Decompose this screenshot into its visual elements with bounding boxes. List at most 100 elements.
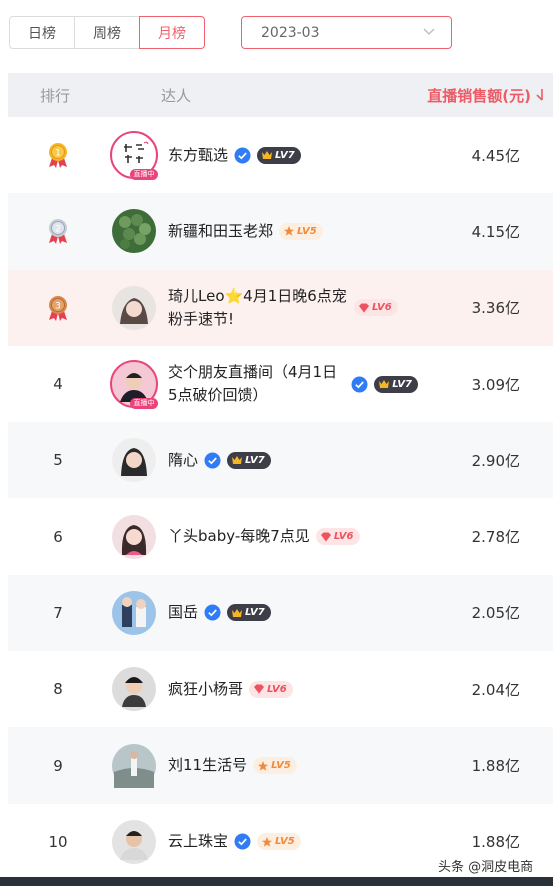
diamond-icon [254,684,265,694]
verified-icon [234,147,251,164]
star-icon [284,226,295,237]
sales-value: 2.78亿 [471,528,520,547]
sort-desc-icon [536,89,543,101]
diamond-icon [359,303,369,313]
avatar[interactable] [110,818,158,866]
rank-cell: 3 [38,270,78,346]
rank-cell: 8 [53,680,63,699]
level-badge: LV7 [257,146,301,164]
verified-icon [204,604,221,621]
avatar[interactable] [110,207,158,255]
table-row[interactable]: 1 直播中 东方甄选 LV7 4.45亿 [8,117,553,193]
sales-value: 4.15亿 [471,222,520,241]
sales-value: 2.90亿 [471,451,520,470]
crown-icon [232,456,243,465]
level-badge: LV7 [374,375,418,393]
tab-weekly[interactable]: 周榜 [74,16,140,49]
level-badge: LV6 [354,299,398,317]
name-cell: 刘11生活号 LV5 [168,727,418,803]
ranking-list: 1 直播中 东方甄选 LV7 4.45亿 2 新疆和田玉老郑 LV5 4.15亿… [8,117,553,880]
sales-value: 2.04亿 [471,680,520,699]
svg-text:3: 3 [55,301,61,311]
sales-value: 4.45亿 [471,146,520,165]
streamer-name[interactable]: 东方甄选 [168,144,228,167]
level-badge: LV5 [253,757,297,775]
avatar-image [112,209,156,254]
avatar[interactable]: 直播中 [110,131,158,181]
chevron-down-icon [423,28,435,35]
tab-monthly[interactable]: 月榜 [139,16,205,49]
verified-icon [204,452,221,469]
svg-text:2: 2 [55,225,61,235]
level-badge: LV5 [279,222,323,240]
month-select-value: 2023-03 [261,24,320,41]
period-tabs: 日榜 周榜 月榜 [9,16,205,49]
table-row[interactable]: 2 新疆和田玉老郑 LV5 4.15亿 [8,193,553,270]
name-cell: 疯狂小杨哥 LV6 [168,651,418,727]
tab-daily[interactable]: 日榜 [9,16,75,49]
streamer-name[interactable]: 疯狂小杨哥 [168,678,243,701]
avatar[interactable] [110,436,158,484]
crown-icon [232,608,243,617]
streamer-name[interactable]: 隋心 [168,449,198,472]
avatar[interactable] [110,513,158,561]
rank-cell: 2 [38,193,78,269]
sales-value: 3.36亿 [471,299,520,318]
level-badge: LV6 [249,680,293,698]
live-badge: 直播中 [130,398,158,410]
streamer-name[interactable]: 交个朋友直播间（4月1日5点破价回馈） [168,361,345,407]
table-row[interactable]: 9 刘11生活号 LV5 1.88亿 [8,727,553,804]
table-row[interactable]: 8 疯狂小杨哥 LV6 2.04亿 [8,651,553,727]
rank-cell: 10 [48,832,68,851]
gold-medal-icon: 1 [49,143,67,169]
sales-value: 1.88亿 [471,757,520,776]
avatar-image [112,438,156,483]
bottom-edge [0,877,553,886]
star-icon [258,760,269,771]
header-sales-label: 直播销售额(元) [427,86,531,105]
level-badge: LV7 [227,604,271,622]
bronze-medal-icon: 3 [49,295,67,321]
live-badge: 直播中 [130,169,158,181]
watermark: 头条 @洞皮电商 [438,860,534,875]
name-cell: 新疆和田玉老郑 LV5 [168,193,418,269]
avatar[interactable] [110,742,158,790]
streamer-name[interactable]: 刘11生活号 [168,754,247,777]
crown-icon [262,151,273,160]
avatar-image [112,819,156,864]
streamer-name[interactable]: 国岳 [168,601,198,624]
streamer-name[interactable]: 琦儿Leo⭐4月1日晚6点宠粉手速节! [168,285,348,331]
rank-cell: 5 [53,451,63,470]
avatar[interactable] [110,589,158,637]
streamer-name[interactable]: 新疆和田玉老郑 [168,220,273,243]
header-sales-sort[interactable]: 直播销售额(元) [427,85,545,106]
name-cell: 琦儿Leo⭐4月1日晚6点宠粉手速节! LV6 [168,270,418,346]
table-row[interactable]: 7 国岳 LV7 2.05亿 [8,574,553,652]
table-row[interactable]: 3 琦儿Leo⭐4月1日晚6点宠粉手速节! LV6 3.36亿 [8,269,553,346]
table-header: 排行 达人 直播销售额(元) [8,73,553,117]
level-badge: LV7 [227,451,271,469]
table-row[interactable]: 5 隋心 LV7 2.90亿 [8,422,553,499]
table-row[interactable]: 6 丫头baby-每晚7点见 LV6 2.78亿 [8,498,553,574]
streamer-name[interactable]: 云上珠宝 [168,830,228,853]
rank-cell: 6 [53,527,63,546]
sales-value: 2.05亿 [471,604,520,623]
sales-value: 3.09亿 [471,375,520,394]
avatar-image [112,743,156,788]
month-select[interactable]: 2023-03 [241,16,452,49]
rank-cell: 1 [38,117,78,193]
avatar-image [112,667,156,712]
avatar[interactable]: 直播中 [110,360,158,410]
streamer-name[interactable]: 丫头baby-每晚7点见 [168,525,310,548]
crown-icon [379,380,390,389]
verified-icon [234,833,251,850]
rank-cell: 4 [53,375,63,394]
star-icon [262,836,273,847]
avatar[interactable] [110,284,158,332]
avatar-image [112,514,156,559]
name-cell: 东方甄选 LV7 [168,117,418,193]
avatar[interactable] [110,665,158,713]
rank-cell: 9 [53,756,63,775]
name-cell: 丫头baby-每晚7点见 LV6 [168,498,418,574]
table-row[interactable]: 4 直播中 交个朋友直播间（4月1日5点破价回馈） LV7 3.09亿 [8,346,553,422]
